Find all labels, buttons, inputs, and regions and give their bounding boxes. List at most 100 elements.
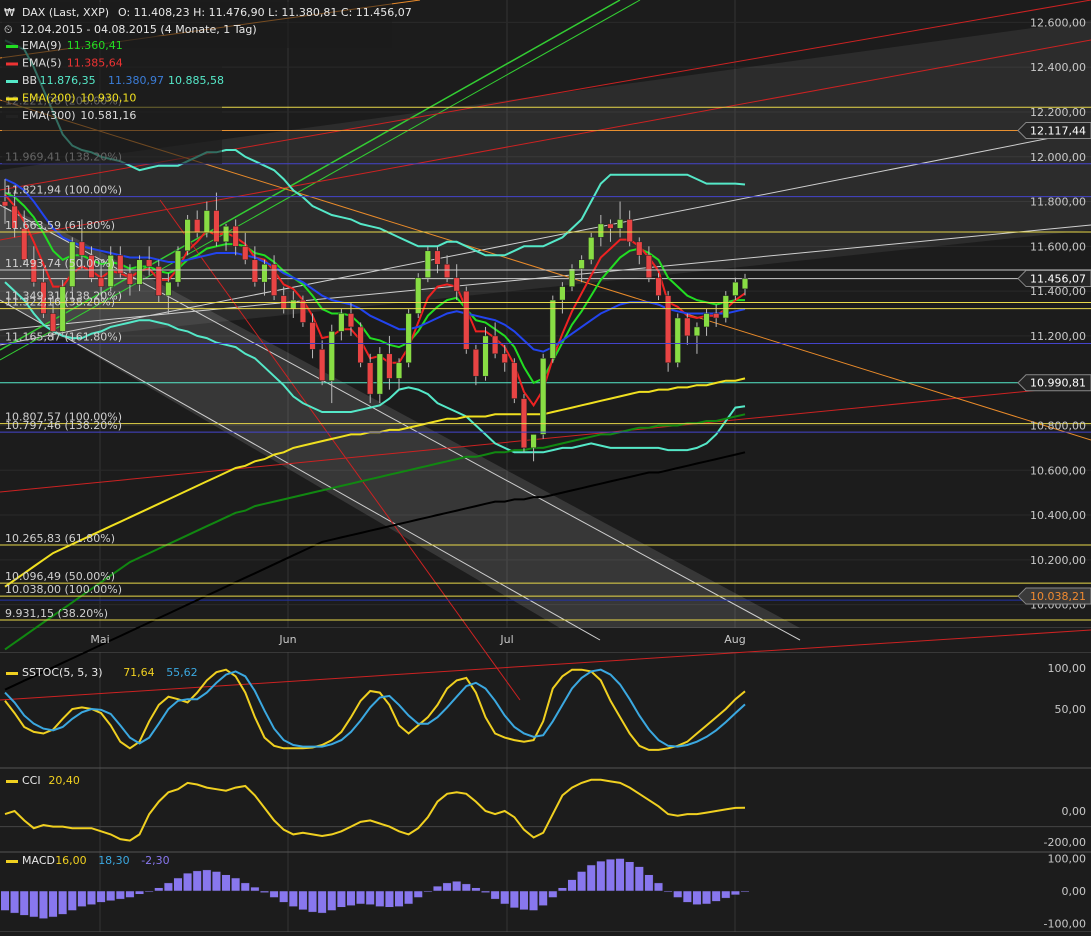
panel-legend-value: 71,64 — [123, 666, 155, 679]
candle-body — [645, 255, 652, 278]
candle-body — [405, 313, 412, 364]
macd-bar — [67, 890, 77, 911]
price-marker: 11.456,07 — [1017, 270, 1091, 288]
macd-bar — [557, 887, 567, 892]
macd-bar — [202, 869, 212, 892]
candle-body — [328, 331, 335, 381]
legend-value: 11.360,41 — [67, 39, 123, 52]
macd-bar — [394, 890, 404, 907]
macd-bar — [692, 890, 702, 905]
chart-title: DAX (Last, XXP) — [22, 6, 109, 19]
y-tick-label: 10.400,00 — [1030, 509, 1086, 522]
period-label: 12.04.2015 - 04.08.2015 (4 Monate, 1 Tag… — [20, 23, 257, 36]
panel-y-tick: -100,00 — [1044, 918, 1086, 931]
candle-body — [165, 281, 172, 296]
legend-value: 10.581,16 — [80, 109, 136, 122]
macd-bar — [721, 890, 731, 899]
candle-body — [511, 362, 518, 399]
y-tick-label: 10.200,00 — [1030, 554, 1086, 567]
fib-level-label: 10.797,46 (138.20%) — [5, 419, 122, 432]
macd-bar — [481, 890, 491, 893]
fib-level-label: 10.096,49 (50.00%) — [5, 570, 115, 583]
ohlc-readout: O: 11.408,23 H: 11.476,90 L: 11.380,81 C… — [118, 6, 412, 19]
macd-bar — [106, 890, 116, 901]
legend-value: 10.885,58 — [168, 74, 224, 87]
macd-bar — [86, 890, 97, 905]
macd-bar — [702, 890, 712, 905]
candle-body — [126, 272, 134, 285]
clock-icon: ⏲ — [4, 23, 13, 36]
candle-body — [530, 434, 537, 449]
macd-bar — [663, 890, 673, 893]
panel-legend-value: -2,30 — [141, 854, 169, 867]
candle-body — [309, 322, 316, 350]
macd-bar — [404, 890, 414, 905]
macd-bar — [423, 890, 433, 893]
fib-level-label: 11.165,87 (161.80%) — [5, 331, 122, 344]
legend-swatch — [6, 80, 18, 83]
candle-body — [299, 299, 307, 323]
macd-bar — [615, 858, 625, 892]
candle-body — [578, 259, 585, 269]
fib-level-label: 11.821,94 (100.00%) — [5, 184, 122, 197]
panel-y-tick: -200,00 — [1044, 836, 1086, 849]
panel-legend-value: 55,62 — [166, 666, 198, 679]
candle-body — [174, 250, 182, 283]
macd-bar — [173, 877, 183, 892]
legend-value: 10.930,10 — [80, 92, 136, 105]
candle-body — [713, 313, 720, 319]
legend-swatch — [6, 45, 18, 48]
macd-bar — [500, 890, 510, 905]
candle-body — [443, 263, 451, 278]
y-tick-label: 11.600,00 — [1030, 240, 1086, 253]
legend-item: BB 11.876,35 11.380,97 10.885,58 — [6, 74, 224, 87]
macd-bar — [231, 877, 241, 892]
candle — [674, 313, 681, 368]
legend-value: 11.380,97 — [108, 74, 164, 87]
candle-body — [741, 278, 749, 290]
candle-body — [693, 326, 701, 337]
x-tick-label: Aug — [724, 633, 745, 646]
candle-body — [376, 353, 383, 395]
macd-bar — [125, 890, 135, 898]
candle — [549, 295, 556, 363]
instrument-icon: ₩ — [4, 6, 15, 19]
macd-bar — [96, 890, 106, 903]
candle-body — [49, 313, 57, 332]
macd-bar — [673, 890, 683, 898]
candle — [588, 232, 595, 265]
macd-bar — [356, 890, 366, 905]
fib-level-label: 11.322,16 (38.20%) — [5, 296, 115, 309]
candle — [174, 246, 182, 287]
macd-bar — [29, 890, 39, 918]
macd-bar — [432, 885, 442, 892]
candle — [299, 295, 307, 327]
candle-body — [21, 228, 28, 261]
candle-body — [222, 225, 230, 243]
candle — [357, 322, 364, 368]
macd-bar — [644, 874, 654, 892]
macd-bar — [269, 890, 279, 898]
candle-body — [463, 290, 470, 350]
candle — [184, 214, 191, 256]
candle-body — [357, 326, 364, 364]
candle-body — [540, 358, 547, 435]
y-tick-label: 11.400,00 — [1030, 285, 1086, 298]
legend-swatch — [6, 62, 18, 66]
macd-bar — [163, 882, 173, 892]
candle-body — [136, 259, 143, 285]
candle-body — [732, 281, 739, 296]
candle — [540, 353, 547, 439]
panel-y-tick: 50,00 — [1055, 703, 1087, 716]
price-marker: 10.990,81 — [1017, 374, 1091, 392]
candle-body — [588, 237, 595, 261]
macd-bar — [529, 890, 539, 911]
y-tick-label: 12.600,00 — [1030, 16, 1086, 29]
macd-bar — [634, 866, 644, 892]
macd-bar — [711, 890, 721, 902]
macd-bar — [413, 890, 423, 898]
candle — [722, 291, 729, 323]
candle-body — [703, 313, 710, 328]
macd-bar — [375, 890, 385, 907]
macd-bar — [0, 890, 10, 911]
